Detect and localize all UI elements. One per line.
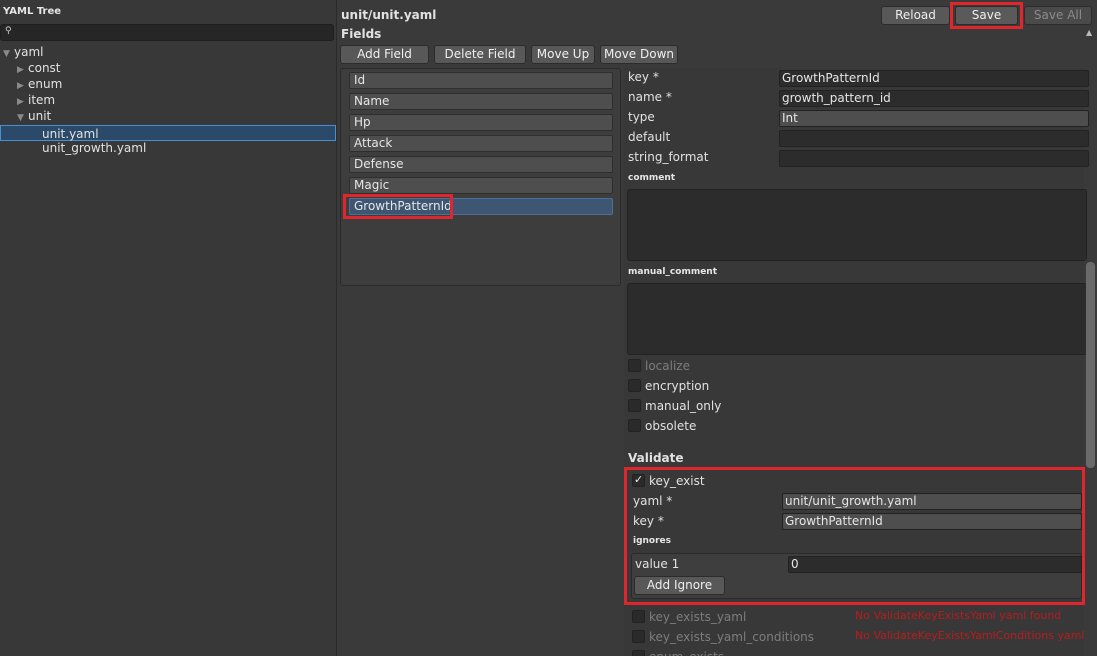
key-field[interactable]: GrowthPatternId [779,70,1089,87]
field-item-magic[interactable]: Magic [349,177,613,194]
checkbox-box[interactable] [632,630,645,643]
checkbox-box[interactable] [632,610,645,623]
fields-heading: Fields [341,27,382,41]
tree-node-label: const [28,61,61,75]
field-item-attack[interactable]: Attack [349,135,613,152]
name-label: name * [628,90,672,104]
enum-exists-checkbox[interactable]: enum_exists [632,650,724,656]
key-exists-yaml-conditions-error: No ValidateKeyExistsYamlConditions yaml [855,629,1085,642]
tree-node-label: item [28,93,56,107]
checkbox-label: key_exists_yaml [649,610,747,624]
checkbox-box[interactable] [628,359,641,372]
name-field[interactable]: growth_pattern_id [779,90,1089,107]
field-item-hp[interactable]: Hp [349,114,613,131]
encryption-checkbox[interactable]: encryption [628,379,709,395]
checkbox-label: obsolete [645,419,697,433]
comment-label: comment [628,173,676,183]
move-up-button[interactable]: Move Up [531,45,595,64]
checkbox-box[interactable] [628,419,641,432]
field-list: Id Name Hp Attack Defense Magic GrowthPa… [340,68,621,286]
key-exists-yaml-error: No ValidateKeyExistsYaml yaml found [855,609,1062,622]
field-item-defense[interactable]: Defense [349,156,613,173]
tree-node-label: unit [28,109,52,123]
checkbox-label: encryption [645,379,710,393]
string-format-field[interactable] [779,150,1089,167]
chevron-down-icon[interactable]: ▼ [17,110,28,126]
yaml-tree-panel: YAML Tree ⚲ ▼ yaml ▶ const ▶ enum ▶ item ▼ un… [0,0,337,656]
tree-search-input[interactable]: ⚲ [0,24,334,41]
save-highlight-box [950,2,1023,29]
checkbox-label: key_exists_yaml_conditions [649,630,815,644]
key-exists-yaml-conditions-checkbox[interactable]: key_exists_yaml_conditions [632,630,814,646]
selected-field-highlight-box [343,194,453,219]
tree-node-label: yaml [14,45,44,59]
tree-node-unit[interactable]: ▼ unit [17,108,51,124]
tree-node-yaml[interactable]: ▼ yaml [3,44,43,60]
tree-title: YAML Tree [3,6,62,17]
default-label: default [628,130,671,144]
tree-node-enum[interactable]: ▶ enum [17,76,62,92]
tree-node-unit-growth-yaml[interactable]: unit_growth.yaml [42,140,146,156]
tree-node-label: unit_growth.yaml [42,141,147,155]
vertical-scrollbar[interactable] [1086,262,1095,468]
manual-comment-label: manual_comment [628,267,718,277]
tree-node-label: unit.yaml [42,127,99,141]
type-select[interactable]: Int [779,110,1089,127]
field-item-id[interactable]: Id [349,72,613,89]
tree-node-const[interactable]: ▶ const [17,60,61,76]
save-all-button[interactable]: Save All [1024,6,1092,25]
checkbox-box[interactable] [628,399,641,412]
move-down-button[interactable]: Move Down [600,45,678,64]
type-label: type [628,110,655,124]
tree-node-label: enum [28,77,63,91]
comment-textarea[interactable] [627,189,1087,261]
checkbox-label: localize [645,359,690,373]
localize-checkbox[interactable]: localize [628,359,690,375]
checkbox-label: manual_only [645,399,722,413]
checkbox-box[interactable] [628,379,641,392]
tree-node-unit-yaml[interactable]: unit.yaml [0,125,336,141]
obsolete-checkbox[interactable]: obsolete [628,419,696,435]
validate-heading: Validate [628,451,684,465]
manual-comment-textarea[interactable] [627,283,1087,355]
scroll-up-icon[interactable]: ▲ [1086,28,1092,37]
chevron-down-icon[interactable]: ▼ [3,46,14,62]
field-item-name[interactable]: Name [349,93,613,110]
delete-field-button[interactable]: Delete Field [434,45,526,64]
checkbox-label: enum_exists [649,650,724,656]
file-path-title: unit/unit.yaml [341,8,437,22]
reload-button[interactable]: Reload [881,6,950,25]
default-field[interactable] [779,130,1089,147]
key-label: key * [628,70,659,84]
add-field-button[interactable]: Add Field [340,45,429,64]
checkbox-box[interactable] [632,650,645,656]
manual-only-checkbox[interactable]: manual_only [628,399,721,415]
string-format-label: string_format [628,150,709,164]
key-exists-yaml-checkbox[interactable]: key_exists_yaml [632,610,746,626]
search-icon: ⚲ [5,26,12,36]
tree-node-item[interactable]: ▶ item [17,92,55,108]
validate-highlight-box [624,467,1085,605]
